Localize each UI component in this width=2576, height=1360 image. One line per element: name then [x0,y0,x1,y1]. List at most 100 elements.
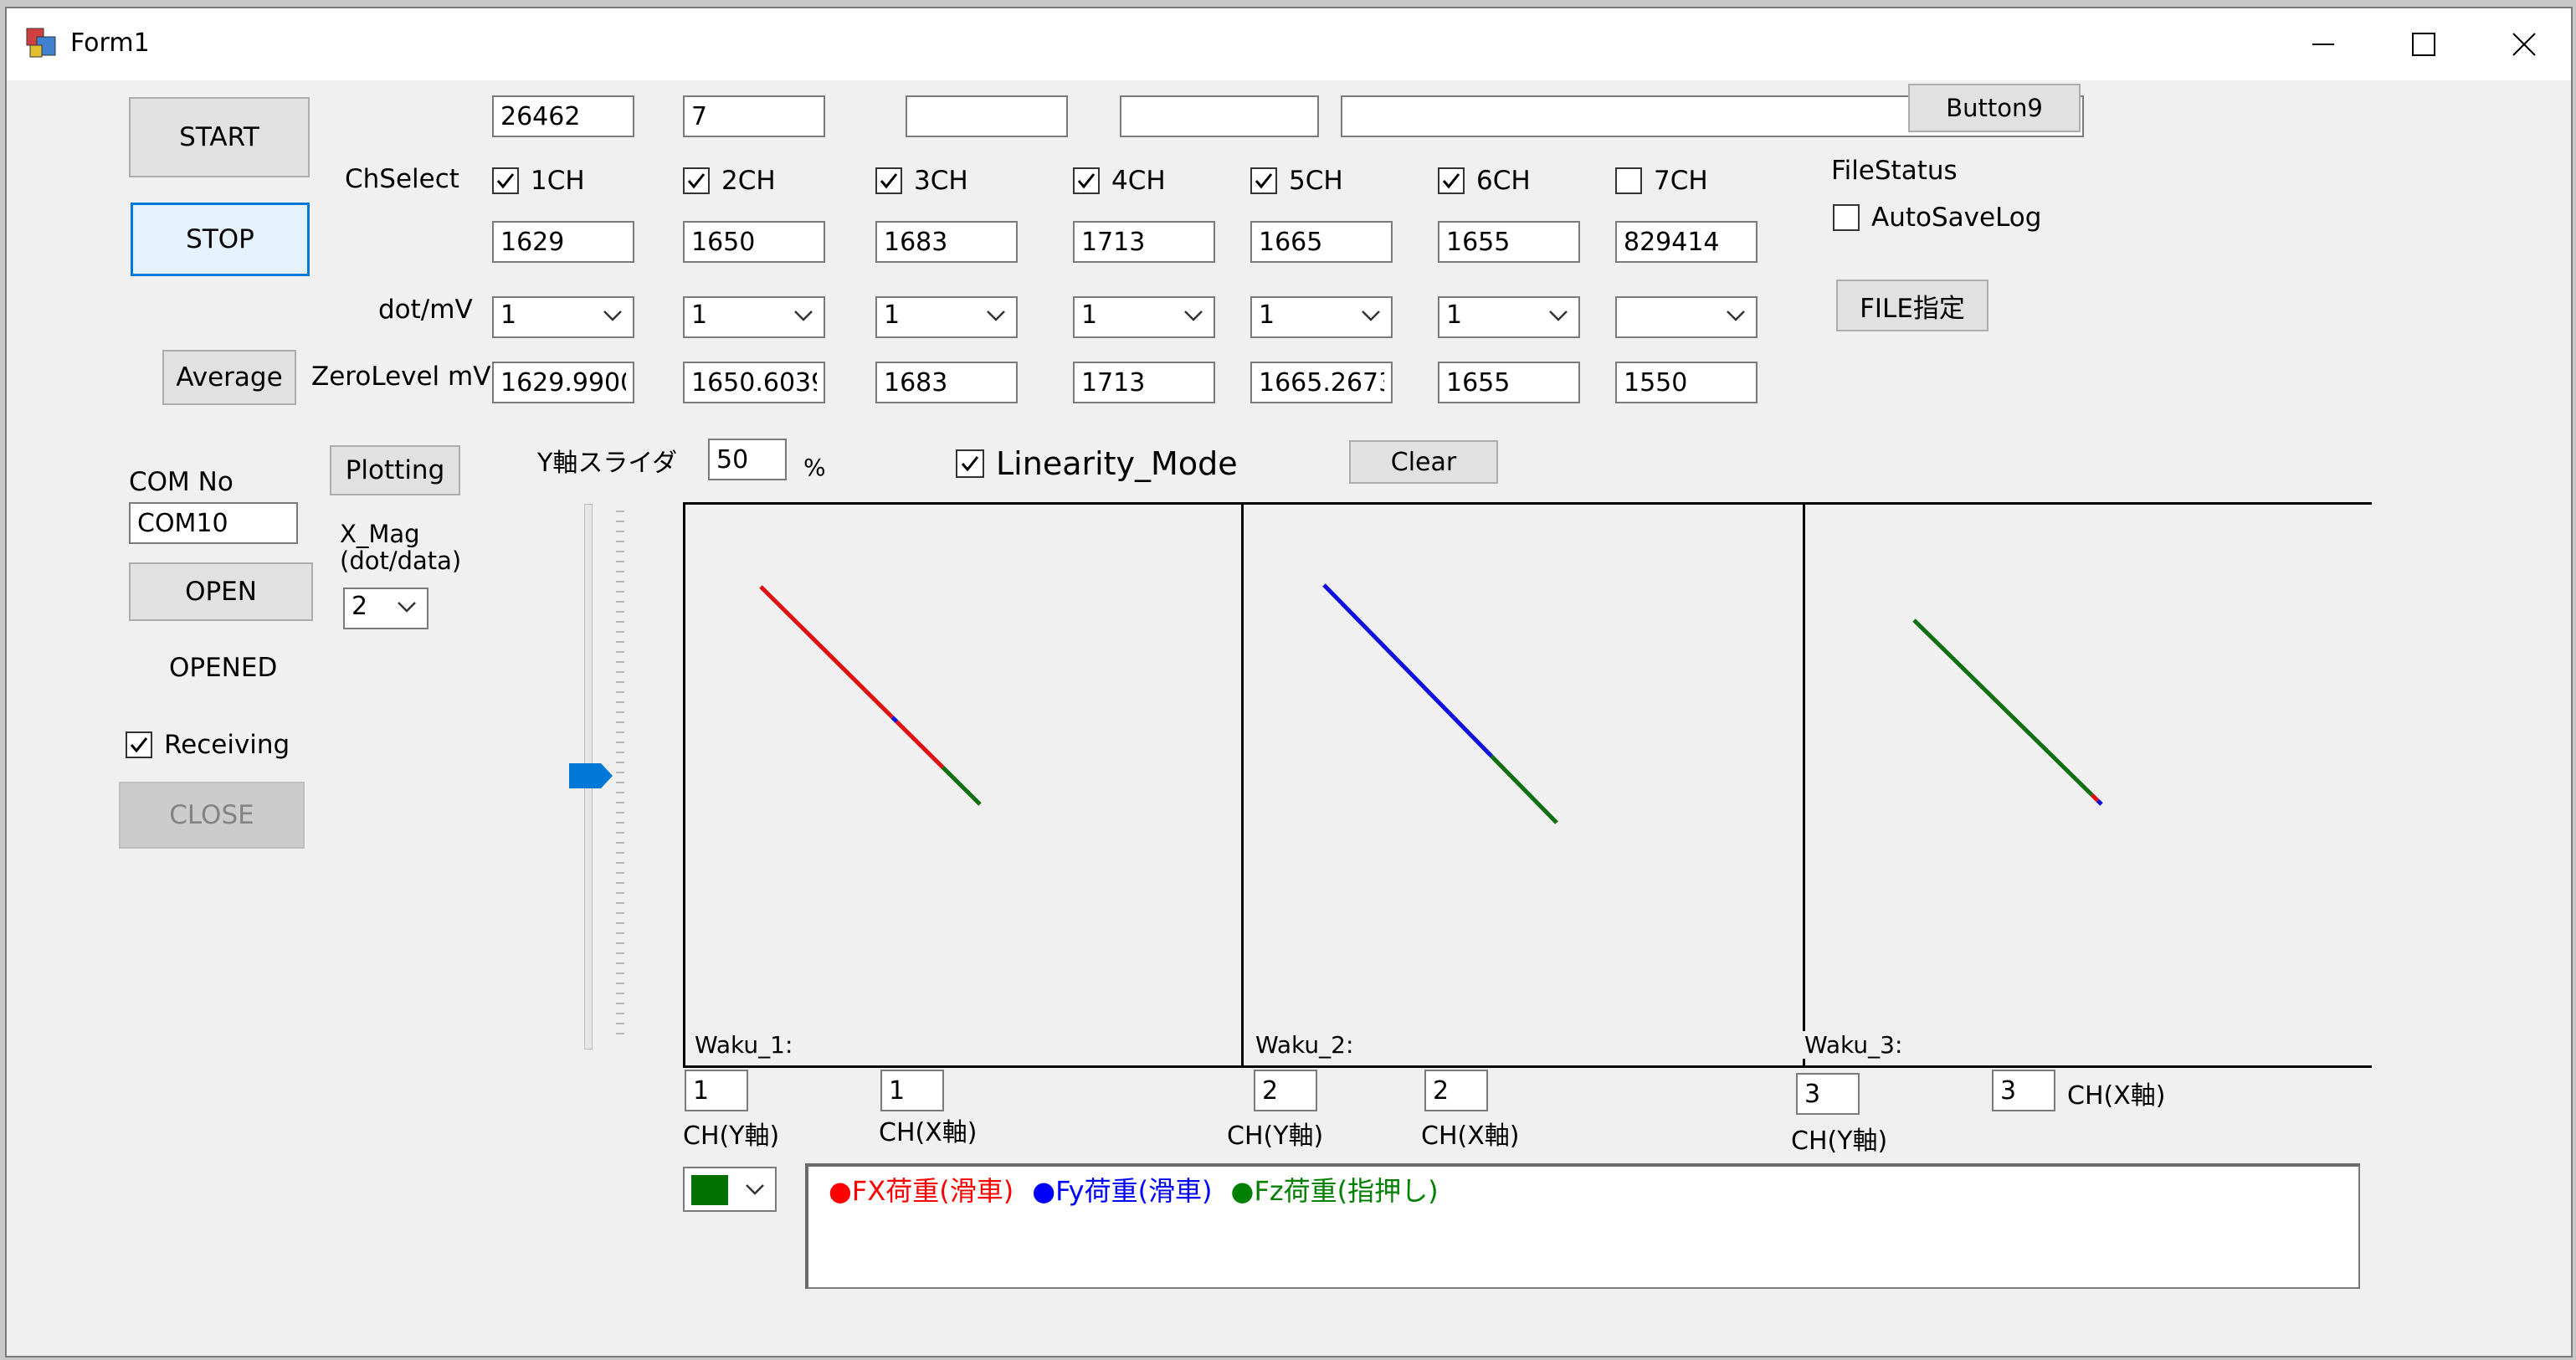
waku2-x-ch-field[interactable] [1424,1070,1488,1111]
channel-4-zerolevel-field[interactable] [1073,362,1215,403]
xmag-value: 2 [352,592,368,621]
channel-1-value-field[interactable] [492,221,634,263]
channel-1-box[interactable] [492,167,519,194]
channel-6-dotmv-combo[interactable]: 1 [1438,296,1580,338]
receiving-label: Receiving [164,730,290,760]
channel-6-checkbox[interactable]: 6CH [1438,166,1531,196]
channel-6-value-field[interactable] [1438,221,1580,263]
plot-waku-3 [1803,502,2372,1068]
xmag-combo[interactable]: 2 [343,588,428,629]
channel-2-dotmv-combo[interactable]: 1 [683,296,825,338]
plot-trace-segment [941,766,982,806]
top-field-3[interactable] [906,95,1068,137]
channel-3-value-field[interactable] [875,221,1018,263]
channel-7-value-field[interactable] [1615,221,1758,263]
channel-3-dotmv-combo[interactable]: 1 [875,296,1018,338]
yslider-value-field[interactable] [708,439,787,480]
linearity-mode-checkbox[interactable]: Linearity_Mode [956,445,1238,482]
channel-1-label: 1CH [531,166,585,196]
channel-1-checkbox[interactable]: 1CH [492,166,585,196]
channel-7-zerolevel-field[interactable] [1615,362,1758,403]
maximize-icon [2412,33,2435,56]
channel-4-checkbox[interactable]: 4CH [1073,166,1166,196]
channel-3-box[interactable] [875,167,902,194]
maximize-button[interactable] [2373,8,2474,80]
waku2-y-ch-field[interactable] [1254,1070,1317,1111]
close-button[interactable]: CLOSE [119,782,305,849]
channel-5-dotmv-value: 1 [1259,300,1275,330]
legend-entry: ●Fy荷重(滑車) [1032,1175,1213,1207]
waku3-y-ch-field[interactable] [1796,1073,1860,1115]
channel-4-value-field[interactable] [1073,221,1215,263]
receiving-box[interactable] [126,731,152,758]
file-select-button[interactable]: FILE指定 [1836,280,1988,331]
plot-waku-3-canvas [1912,618,2103,806]
yslider-thumb[interactable] [567,762,614,790]
plot-waku-3-label: Waku_3: [1799,1031,1908,1059]
channel-5-zerolevel-field[interactable] [1250,362,1393,403]
top-field-2[interactable] [683,95,825,137]
button9[interactable]: Button9 [1908,84,2081,132]
channel-3-checkbox[interactable]: 3CH [875,166,968,196]
channel-3-label: 3CH [914,166,968,196]
title-bar: Form1 [7,8,2571,80]
checkmark-icon [880,173,898,189]
waku1-x-ch-field[interactable] [880,1070,944,1111]
channel-5-checkbox[interactable]: 5CH [1250,166,1343,196]
checkmark-icon [496,173,515,189]
channel-5-value-field[interactable] [1250,221,1393,263]
channel-5-box[interactable] [1250,167,1277,194]
channel-6-box[interactable] [1438,167,1465,194]
close-window-button[interactable] [2474,8,2571,80]
channel-7-dotmv-combo[interactable] [1615,296,1758,338]
chevron-down-icon [794,310,813,321]
channel-1-dotmv-combo[interactable]: 1 [492,296,634,338]
channel-4-label: 4CH [1111,166,1166,196]
channel-6-zerolevel-field[interactable] [1438,362,1580,403]
channel-5-label: 5CH [1289,166,1343,196]
checkmark-icon [1255,173,1273,189]
plot-trace-segment [1490,754,1558,824]
top-field-4[interactable] [1120,95,1319,137]
channel-3-zerolevel-field[interactable] [875,362,1018,403]
chevron-down-icon [1362,310,1380,321]
color-combo[interactable] [683,1167,777,1212]
channel-2-box[interactable] [683,167,710,194]
channel-2-zerolevel-field[interactable] [683,362,825,403]
plot-waku-2 [1244,502,1806,1068]
plot-waku-2-label: Waku_2: [1250,1031,1359,1059]
plot-trace-segment [1322,583,1493,758]
chevron-down-icon [1549,310,1568,321]
plot-trace-segment [890,716,899,723]
channel-2-value-field[interactable] [683,221,825,263]
top-field-1[interactable] [492,95,634,137]
open-button[interactable]: OPEN [129,562,313,621]
clear-button[interactable]: Clear [1349,440,1498,484]
channel-4-dotmv-combo[interactable]: 1 [1073,296,1215,338]
plot-trace-segment [1912,618,2094,797]
waku3-x-ch-field[interactable] [1992,1070,2055,1111]
channel-7-box[interactable] [1615,167,1642,194]
chevron-down-icon [1727,310,1745,321]
channel-1-zerolevel-field[interactable] [492,362,634,403]
channel-3-dotmv-value: 1 [884,300,901,330]
waku1-y-ch-field[interactable] [685,1070,748,1111]
com-port-field[interactable] [129,502,298,544]
autosave-box[interactable] [1833,204,1860,231]
channel-7-checkbox[interactable]: 7CH [1615,166,1708,196]
linearity-box[interactable] [956,449,984,478]
stop-button[interactable]: STOP [131,203,310,276]
plotting-button[interactable]: Plotting [330,445,460,495]
channel-2-checkbox[interactable]: 2CH [683,166,776,196]
minimize-button[interactable] [2273,8,2373,80]
legend-box: ●FX荷重(滑車) ●Fy荷重(滑車) ●Fz荷重(指押し) [805,1163,2360,1289]
receiving-checkbox[interactable]: Receiving [126,730,290,760]
channel-4-box[interactable] [1073,167,1100,194]
start-button[interactable]: START [129,97,310,177]
opened-status: OPENED [169,653,278,683]
channel-5-dotmv-combo[interactable]: 1 [1250,296,1393,338]
average-button[interactable]: Average [162,350,296,405]
autosave-checkbox[interactable]: AutoSaveLog [1833,203,2041,233]
chevron-down-icon [987,310,1005,321]
waku2-x-ch-label: CH(X軸) [1421,1121,1520,1151]
